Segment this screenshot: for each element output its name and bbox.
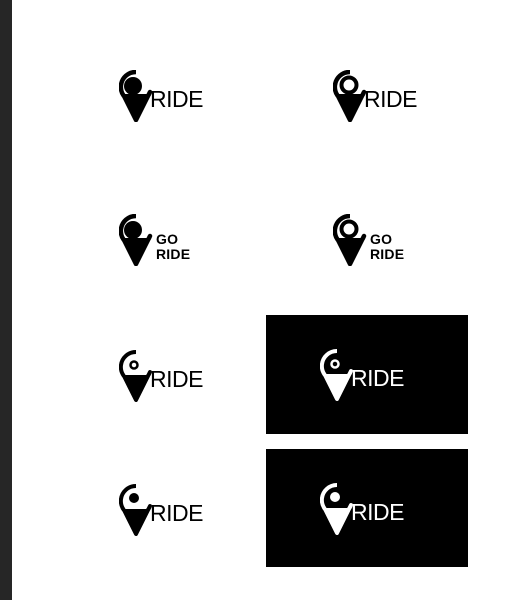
logo-go-ride-solid: GO RIDE: [119, 214, 190, 266]
logo-wordmark: RIDE: [150, 365, 203, 392]
logo-stacked-wordmark: GO RIDE: [370, 232, 404, 262]
logo-wordmark: RIDE: [150, 499, 203, 526]
logo-go-ride-ring: GO RIDE: [333, 214, 404, 266]
logo-wordmark: RIDE: [150, 85, 203, 112]
logo-line-ride: RIDE: [156, 246, 191, 262]
logo-line-ride: RIDE: [370, 246, 405, 262]
logo-ride-ring: RIDE: [333, 70, 417, 122]
solid-dot-pin-icon: [119, 214, 153, 266]
logo-ride-outline-dot-inverse: RIDE: [320, 483, 404, 535]
outline-dot-pin-icon: [119, 484, 152, 536]
logo-wordmark: RIDE: [364, 85, 417, 112]
ring-pin-icon: [333, 70, 367, 122]
logo-ride-solid: RIDE: [119, 70, 203, 122]
logo-ride-outline-inverse: RIDE: [320, 349, 404, 401]
outline-pin-icon: [119, 350, 152, 402]
outline-dot-pin-icon: [320, 483, 353, 535]
canvas-left-edge: [0, 0, 12, 600]
logo-stacked-wordmark: GO RIDE: [156, 232, 190, 262]
solid-dot-pin-icon: [119, 70, 153, 122]
ring-pin-icon: [333, 214, 367, 266]
logo-ride-outline-dot: RIDE: [119, 484, 203, 536]
logo-wordmark: RIDE: [351, 498, 404, 525]
logo-ride-outline: RIDE: [119, 350, 203, 402]
logo-wordmark: RIDE: [351, 364, 404, 391]
logo-line-go: GO: [370, 231, 393, 247]
logo-line-go: GO: [156, 231, 179, 247]
outline-pin-icon: [320, 349, 353, 401]
